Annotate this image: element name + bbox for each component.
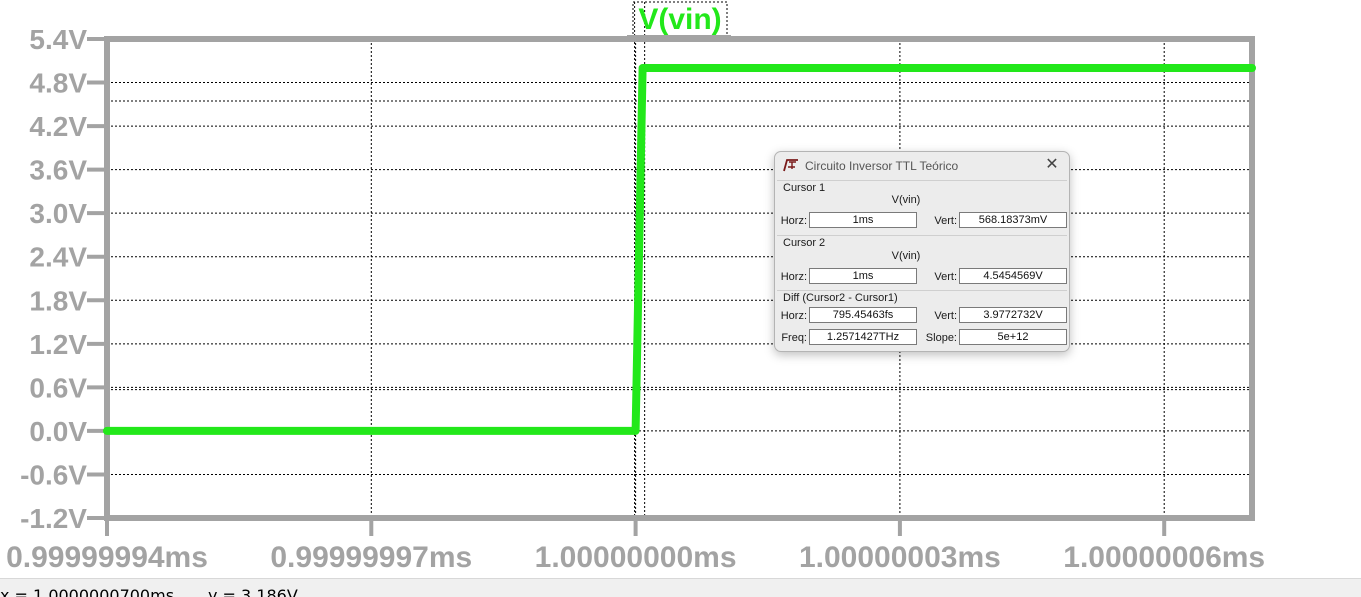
x-readout: x = 1.0000000700ms: [0, 586, 175, 597]
y-tick-label: 4.2V: [29, 111, 87, 142]
cursor1-label: Cursor 1: [783, 182, 826, 194]
y-tick-label: 0.6V: [29, 372, 87, 403]
waveform-plot[interactable]: 5.4V 4.8V 4.2V 3.6V 3.0V 2.4V 1.8V 1.2V 0.6V 0.0V…: [0, 0, 1361, 578]
close-icon[interactable]: ✕: [1042, 155, 1062, 175]
status-bar: x = 1.0000000700ms y = 3.186V: [0, 578, 1361, 597]
cursor2-label: Cursor 2: [783, 237, 826, 249]
cursor1-horz-field[interactable]: 1ms: [809, 212, 917, 228]
trace-title[interactable]: V(vin): [638, 3, 721, 36]
y-tick-label: 1.2V: [29, 329, 87, 360]
diff-vert-label: Vert:: [934, 310, 957, 322]
cursor1-vert-label: Vert:: [934, 215, 957, 227]
y-tick-label: 5.4V: [29, 24, 87, 55]
cursor-dialog[interactable]: Circuito Inversor TTL Teórico ✕ Cursor 1…: [774, 151, 1070, 352]
diff-freq-field[interactable]: 1.2571427THz: [809, 329, 917, 345]
cursor-lines[interactable]: [107, 2, 1252, 518]
trace-vin[interactable]: [103, 64, 1256, 435]
cursor2-horz-label: Horz:: [780, 271, 807, 283]
cursor1-horz-label: Horz:: [780, 215, 807, 227]
plot-frame: [104, 36, 1255, 521]
separator: [777, 235, 1067, 236]
diff-slope-field[interactable]: 5e+12: [959, 329, 1067, 345]
trace-line[interactable]: [103, 64, 1256, 435]
y-tick-label: 2.4V: [29, 242, 87, 273]
diff-freq-label: Freq:: [781, 332, 807, 344]
diff-vert-field[interactable]: 3.9772732V: [959, 307, 1067, 323]
diff-horz-field[interactable]: 795.45463fs: [809, 307, 917, 323]
y-tick-label: 1.8V: [29, 285, 87, 316]
plot-grid: [107, 39, 1252, 518]
y-tick-label: 3.6V: [29, 155, 87, 186]
y-tick-label: -0.6V: [20, 459, 87, 490]
x-tick-label: 1.00000000ms: [535, 541, 737, 574]
dialog-titlebar[interactable]: Circuito Inversor TTL Teórico ✕: [775, 152, 1069, 180]
x-tick-label: 1.00000006ms: [1063, 541, 1265, 574]
x-axis-labels: 0.99999994ms 0.99999997ms 1.00000000ms 1.00…: [6, 541, 1265, 574]
cursor1-vert-field[interactable]: 568.18373mV: [959, 212, 1067, 228]
cursor2-vert-label: Vert:: [934, 271, 957, 283]
diff-slope-label: Slope:: [925, 332, 957, 344]
y-tick-label: -1.2V: [20, 503, 87, 534]
ltspice-probe-icon: [783, 159, 798, 172]
cursor1-trace: V(vin): [891, 194, 921, 206]
y-tick-label: 4.8V: [29, 68, 87, 99]
x-tick-label: 1.00000003ms: [799, 541, 1001, 574]
cursor2-trace: V(vin): [891, 250, 921, 262]
y-tick-label: 0.0V: [29, 416, 87, 447]
separator: [777, 290, 1067, 291]
trace-title-group[interactable]: V(vin): [627, 1, 731, 40]
y-readout: y = 3.186V: [208, 586, 298, 597]
y-axis-labels: 5.4V 4.8V 4.2V 3.6V 3.0V 2.4V 1.8V 1.2V 0.6V 0.0V…: [20, 24, 87, 534]
x-tick-label: 0.99999997ms: [270, 541, 472, 574]
separator: [777, 180, 1067, 181]
cursor2-vert-field[interactable]: 4.5454569V: [959, 268, 1067, 284]
dialog-title: Circuito Inversor TTL Teórico: [805, 159, 959, 173]
y-tick-label: 3.0V: [29, 198, 87, 229]
diff-label: Diff (Cursor2 - Cursor1): [783, 292, 898, 304]
x-tick-label: 0.99999994ms: [6, 541, 208, 574]
diff-horz-label: Horz:: [780, 310, 807, 322]
cursor2-horz-field[interactable]: 1ms: [809, 268, 917, 284]
